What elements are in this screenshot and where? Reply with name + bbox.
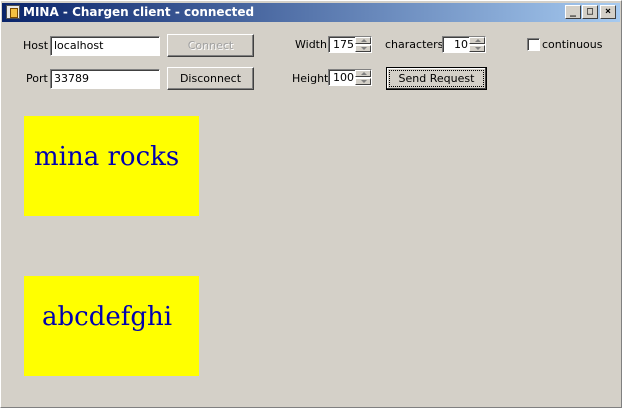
minimize-button[interactable]: _	[565, 5, 581, 19]
port-input[interactable]: 33789	[50, 69, 160, 89]
characters-value: 10	[454, 38, 468, 51]
output-panel-text: abcdefghi	[42, 302, 173, 332]
height-value: 100	[333, 71, 354, 84]
width-spinner-arrows[interactable]	[355, 37, 371, 52]
output-panel-2: abcdefghi	[24, 276, 199, 376]
chargen-client-window: MINA - Chargen client - connected _ □ × …	[0, 0, 622, 408]
output-panel-text: mina rocks	[34, 142, 180, 172]
java-app-icon	[6, 5, 20, 19]
title-bar[interactable]: MINA - Chargen client - connected _ □ ×	[2, 3, 620, 22]
window-title: MINA - Chargen client - connected	[23, 5, 255, 19]
continuous-label[interactable]: continuous	[542, 38, 603, 52]
connect-button[interactable]: Connect	[167, 34, 254, 57]
disconnect-button[interactable]: Disconnect	[167, 67, 254, 90]
host-input[interactable]: localhost	[50, 36, 160, 56]
maximize-button[interactable]: □	[582, 5, 598, 19]
spin-up-icon[interactable]	[355, 37, 371, 44]
characters-label: characters	[385, 38, 444, 51]
spin-down-icon[interactable]	[355, 78, 371, 85]
host-label: Host	[23, 39, 49, 52]
characters-spinner[interactable]: 10	[442, 36, 486, 53]
output-panel-1: mina rocks	[24, 116, 199, 216]
send-request-button[interactable]: Send Request	[386, 67, 487, 90]
port-label: Port	[26, 72, 48, 85]
spin-down-icon[interactable]	[355, 45, 371, 52]
height-label: Height	[292, 72, 329, 85]
characters-spinner-arrows[interactable]	[469, 37, 485, 52]
close-button[interactable]: ×	[600, 5, 616, 19]
height-spinner-arrows[interactable]	[355, 70, 371, 85]
spin-down-icon[interactable]	[469, 45, 485, 52]
continuous-checkbox[interactable]	[527, 38, 540, 51]
width-label: Width	[295, 38, 327, 51]
width-spinner[interactable]: 175	[328, 36, 372, 53]
height-spinner[interactable]: 100	[328, 69, 372, 86]
spin-up-icon[interactable]	[355, 70, 371, 77]
spin-up-icon[interactable]	[469, 37, 485, 44]
width-value: 175	[333, 38, 354, 51]
